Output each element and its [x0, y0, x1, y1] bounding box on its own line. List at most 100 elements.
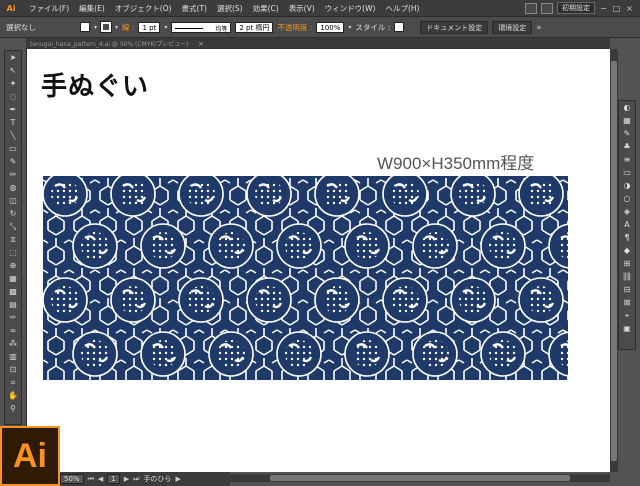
column-graph-icon[interactable]: ▥ — [5, 350, 21, 363]
workspace-switcher[interactable]: 初期設定 — [557, 2, 595, 14]
align-panel-icon[interactable]: ⊟ — [619, 283, 635, 296]
menu-edit[interactable]: 編集(E) — [74, 3, 110, 14]
pen-tool-icon[interactable]: ✒ — [5, 103, 21, 116]
eyedropper-icon[interactable]: ✑ — [5, 311, 21, 324]
symbols-panel-icon[interactable]: ♣ — [619, 140, 635, 153]
color-panel-icon[interactable]: ◐ — [619, 101, 635, 114]
pattern-dot-fill — [217, 232, 245, 260]
menu-help[interactable]: ヘルプ(H) — [380, 3, 424, 14]
gradient-tool-icon[interactable]: ▤ — [5, 298, 21, 311]
shape-builder-icon[interactable]: ⊕ — [5, 259, 21, 272]
brushes-panel-icon[interactable]: ✎ — [619, 127, 635, 140]
artboard-tool-icon[interactable]: ⊡ — [5, 363, 21, 376]
menu-select[interactable]: 選択(S) — [212, 3, 248, 14]
free-transform-icon[interactable]: ⬚ — [5, 246, 21, 259]
maximize-button[interactable]: □ — [612, 4, 621, 13]
illustrator-logo-icon: Ai — [0, 426, 60, 486]
width-tool-icon[interactable]: ⧖ — [5, 233, 21, 246]
brush-definition-field[interactable]: 2 pt 楕円 — [235, 21, 274, 33]
zoom-tool-icon[interactable]: ⚲ — [5, 402, 21, 415]
symbol-sprayer-icon[interactable]: ⁂ — [5, 337, 21, 350]
tenugui-pattern-artwork[interactable] — [43, 176, 568, 380]
close-button[interactable]: × — [625, 4, 634, 13]
artboards-panel-icon[interactable]: ⊞ — [619, 257, 635, 270]
transform-panel-icon[interactable]: ⌖ — [619, 309, 635, 322]
horizontal-scroll-thumb[interactable] — [270, 475, 570, 481]
fill-swatch[interactable] — [80, 22, 90, 32]
character-panel-icon[interactable]: A — [619, 218, 635, 231]
blend-tool-icon[interactable]: ∞ — [5, 324, 21, 337]
arrange-documents-icon[interactable] — [541, 2, 553, 14]
document-setup-button[interactable]: ドキュメント設定 — [420, 20, 489, 34]
menu-file[interactable]: ファイル(F) — [24, 3, 74, 14]
preferences-button[interactable]: 環境設定 — [492, 20, 533, 34]
layers-panel-icon[interactable]: ◆ — [619, 244, 635, 257]
menu-view[interactable]: 表示(V) — [284, 3, 320, 14]
minimize-button[interactable]: − — [599, 4, 608, 13]
transparency-panel-icon[interactable]: ◑ — [619, 179, 635, 192]
eraser-icon[interactable]: ◫ — [5, 194, 21, 207]
gradient-panel-icon[interactable]: ▭ — [619, 166, 635, 179]
vertical-scrollbar[interactable] — [610, 49, 618, 472]
type-tool-icon[interactable]: T — [5, 116, 21, 129]
line-tool-icon[interactable]: ╲ — [5, 129, 21, 142]
document-tab-strip: tenugui_hana_pattern_4.ai @ 50% (CMYK/プレ… — [26, 38, 610, 49]
pattern-dot-fill — [255, 286, 283, 314]
graphic-style-swatch[interactable] — [394, 22, 405, 32]
chevron-down-icon[interactable]: ▾ — [115, 24, 118, 31]
stroke-swatch[interactable] — [100, 21, 113, 33]
graphic-styles-panel-icon[interactable]: ◈ — [619, 205, 635, 218]
menu-window[interactable]: ウィンドウ(W) — [320, 3, 381, 14]
slice-tool-icon[interactable]: ⌗ — [5, 376, 21, 389]
stroke-label[interactable]: 線 : — [122, 22, 134, 33]
next-artboard-icon[interactable]: ▶ — [124, 475, 129, 483]
hand-tool-icon[interactable]: ✋ — [5, 389, 21, 402]
direct-selection-tool-icon[interactable]: ↖ — [5, 64, 21, 77]
previous-artboard-icon[interactable]: ◀ — [98, 475, 103, 483]
paintbrush-icon[interactable]: ✎ — [5, 155, 21, 168]
lasso-icon[interactable]: ◌ — [5, 90, 21, 103]
menu-object[interactable]: オブジェクト(O) — [110, 3, 177, 14]
pathfinder-panel-icon[interactable]: ⊠ — [619, 296, 635, 309]
bridge-icon[interactable] — [525, 2, 537, 14]
rectangle-tool-icon[interactable]: ▭ — [5, 142, 21, 155]
magic-wand-icon[interactable]: ✦ — [5, 77, 21, 90]
artboard[interactable]: 手ぬぐい W900×H350mm程度 — [26, 49, 610, 472]
pattern-dot-fill — [51, 286, 79, 314]
mesh-tool-icon[interactable]: ▩ — [5, 285, 21, 298]
paragraph-panel-icon[interactable]: ¶ — [619, 231, 635, 244]
selection-tool-icon[interactable]: ➤ — [5, 51, 21, 64]
rotate-tool-icon[interactable]: ↻ — [5, 207, 21, 220]
swatches-panel-icon[interactable]: ▦ — [619, 114, 635, 127]
last-artboard-icon[interactable]: ⏭ — [133, 475, 139, 484]
opacity-label[interactable]: 不透明度 : — [277, 22, 312, 33]
chevron-down-icon[interactable]: ▾ — [94, 24, 97, 31]
chevron-down-icon[interactable]: ▾ — [348, 24, 351, 31]
blob-brush-icon[interactable]: ◍ — [5, 181, 21, 194]
zoom-field[interactable]: 50% — [60, 474, 84, 484]
status-menu-icon[interactable]: ▶ — [175, 475, 180, 483]
perspective-grid-icon[interactable]: ▦ — [5, 272, 21, 285]
menu-effect[interactable]: 効果(C) — [248, 3, 284, 14]
pattern-dot-fill — [353, 340, 381, 368]
pencil-icon[interactable]: ✏ — [5, 168, 21, 181]
first-artboard-icon[interactable]: ⏮ — [88, 475, 94, 484]
navigator-panel-icon[interactable]: ▣ — [619, 322, 635, 335]
menu-type[interactable]: 書式(T) — [177, 3, 212, 14]
stroke-weight-field[interactable]: 1 pt — [138, 21, 161, 33]
document-tab[interactable]: tenugui_hana_pattern_4.ai @ 50% (CMYK/プレ… — [26, 39, 196, 48]
pattern-dot-fill — [285, 232, 313, 260]
pattern-dot-fill — [527, 286, 555, 314]
tab-close-icon[interactable]: × — [198, 40, 204, 48]
stroke-panel-icon[interactable]: ≡ — [619, 153, 635, 166]
artboard-number-field[interactable]: 1 — [107, 474, 120, 484]
variable-width-profile[interactable]: 均等 — [171, 21, 232, 33]
opacity-field[interactable]: 100% — [316, 21, 345, 33]
links-panel-icon[interactable]: ⛓ — [619, 270, 635, 283]
appearance-panel-icon[interactable]: ○ — [619, 192, 635, 205]
vertical-scroll-thumb[interactable] — [611, 61, 617, 461]
scale-tool-icon[interactable]: ⤡ — [5, 220, 21, 233]
chevron-down-icon[interactable]: ▾ — [164, 24, 167, 31]
horizontal-scrollbar[interactable] — [230, 474, 610, 482]
control-panel-menu-icon[interactable]: ≡ — [536, 24, 541, 31]
